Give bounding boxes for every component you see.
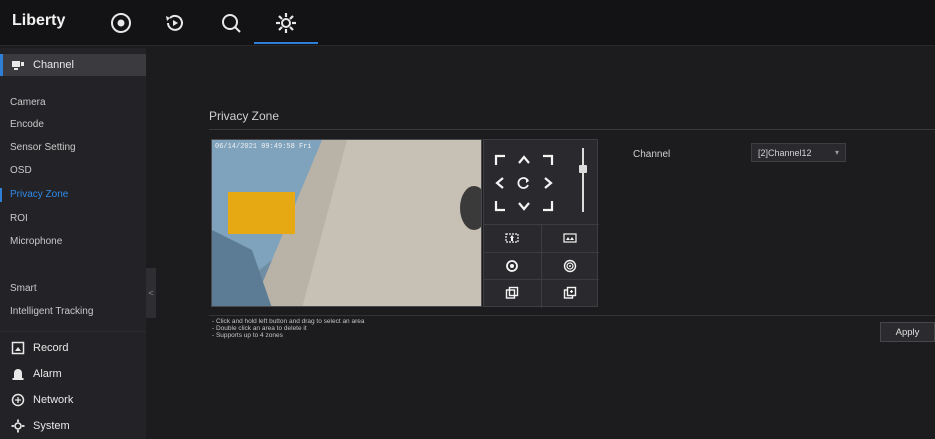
sidebar-group-label: Alarm	[33, 368, 62, 380]
tip-line: - Supports up to 4 zones	[212, 332, 283, 339]
zoom-in-icon[interactable]	[502, 228, 522, 248]
playback-icon[interactable]	[162, 10, 188, 36]
video-preview[interactable]: 06/14/2021 09:49:58 Fri	[211, 139, 482, 307]
settings-icon[interactable]	[273, 10, 299, 36]
channel-label: Channel	[633, 149, 671, 160]
top-bar: Liberty	[0, 0, 935, 46]
sidebar-group-system[interactable]: System	[0, 416, 146, 436]
sidebar: Channel Camera Encode Sensor Setting OSD…	[0, 48, 146, 439]
sidebar-item-encode[interactable]: Encode	[10, 119, 44, 130]
network-icon	[11, 393, 25, 407]
sidebar-active-indicator	[0, 188, 2, 202]
focus-near-icon[interactable]	[502, 256, 522, 276]
chevron-down-icon: ▾	[834, 148, 839, 157]
iris-close-icon[interactable]	[502, 283, 522, 303]
ptz-down-icon[interactable]	[514, 196, 534, 216]
sidebar-item-osd[interactable]: OSD	[10, 165, 32, 176]
tips-divider	[209, 315, 935, 316]
ptz-divider	[541, 225, 542, 308]
sidebar-group-label: Record	[33, 342, 69, 354]
ptz-speed-slider-handle[interactable]	[579, 165, 587, 173]
ptz-down-right-icon[interactable]	[538, 196, 558, 216]
title-divider	[209, 129, 935, 130]
sidebar-group-label: Network	[33, 394, 74, 406]
collapse-glyph: <	[148, 288, 154, 298]
iris-open-icon[interactable]	[560, 283, 580, 303]
ptz-right-icon[interactable]	[538, 173, 558, 193]
app-root: Liberty Channel Camera Encode Sensor Set…	[0, 0, 935, 439]
channel-select-value: [2]Channel12	[758, 147, 812, 158]
sidebar-group-alarm[interactable]: Alarm	[0, 364, 146, 384]
ptz-up-icon[interactable]	[514, 150, 534, 170]
privacy-zone-box[interactable]	[228, 192, 295, 234]
ptz-down-left-icon[interactable]	[490, 196, 510, 216]
alarm-icon	[11, 367, 25, 381]
channel-select[interactable]: [2]Channel12 ▾	[751, 143, 846, 162]
sidebar-divider	[0, 331, 146, 332]
sidebar-collapse-button[interactable]: <	[146, 268, 156, 318]
apply-button[interactable]: Apply	[880, 322, 935, 342]
sidebar-item-privacy-zone[interactable]: Privacy Zone	[10, 189, 68, 200]
tip-line: - Double click an area to delete it	[212, 325, 307, 332]
sidebar-group-record[interactable]: Record	[0, 338, 146, 358]
search-icon[interactable]	[218, 10, 244, 36]
sidebar-group-channel[interactable]: Channel	[0, 54, 146, 76]
live-view-icon[interactable]	[108, 10, 134, 36]
sidebar-item-smart[interactable]: Smart	[10, 283, 37, 294]
sidebar-item-roi[interactable]: ROI	[10, 213, 28, 224]
sidebar-item-camera[interactable]: Camera	[10, 97, 46, 108]
osd-timestamp: 06/14/2021 09:49:58 Fri	[215, 143, 312, 151]
ptz-up-right-icon[interactable]	[538, 150, 558, 170]
sidebar-group-label: Channel	[33, 59, 74, 71]
ptz-panel	[483, 139, 599, 308]
focus-far-icon[interactable]	[560, 256, 580, 276]
sidebar-item-intelligent-tracking[interactable]: Intelligent Tracking	[10, 306, 93, 317]
sidebar-group-label: System	[33, 420, 70, 432]
channel-icon	[11, 58, 25, 72]
tip-line: - Click and hold left button and drag to…	[212, 318, 365, 325]
system-icon	[11, 419, 25, 433]
app-logo: Liberty	[12, 12, 66, 29]
ptz-speed-slider[interactable]	[582, 148, 584, 212]
sidebar-item-sensor-setting[interactable]: Sensor Setting	[10, 142, 76, 153]
zoom-out-icon[interactable]	[560, 228, 580, 248]
ptz-up-left-icon[interactable]	[490, 150, 510, 170]
active-tab-indicator	[254, 42, 318, 44]
page-title: Privacy Zone	[209, 109, 280, 123]
record-icon	[11, 341, 25, 355]
sidebar-group-network[interactable]: Network	[0, 390, 146, 410]
ptz-auto-scan-icon[interactable]	[514, 173, 534, 193]
sidebar-item-microphone[interactable]: Microphone	[10, 236, 62, 247]
ptz-left-icon[interactable]	[490, 173, 510, 193]
